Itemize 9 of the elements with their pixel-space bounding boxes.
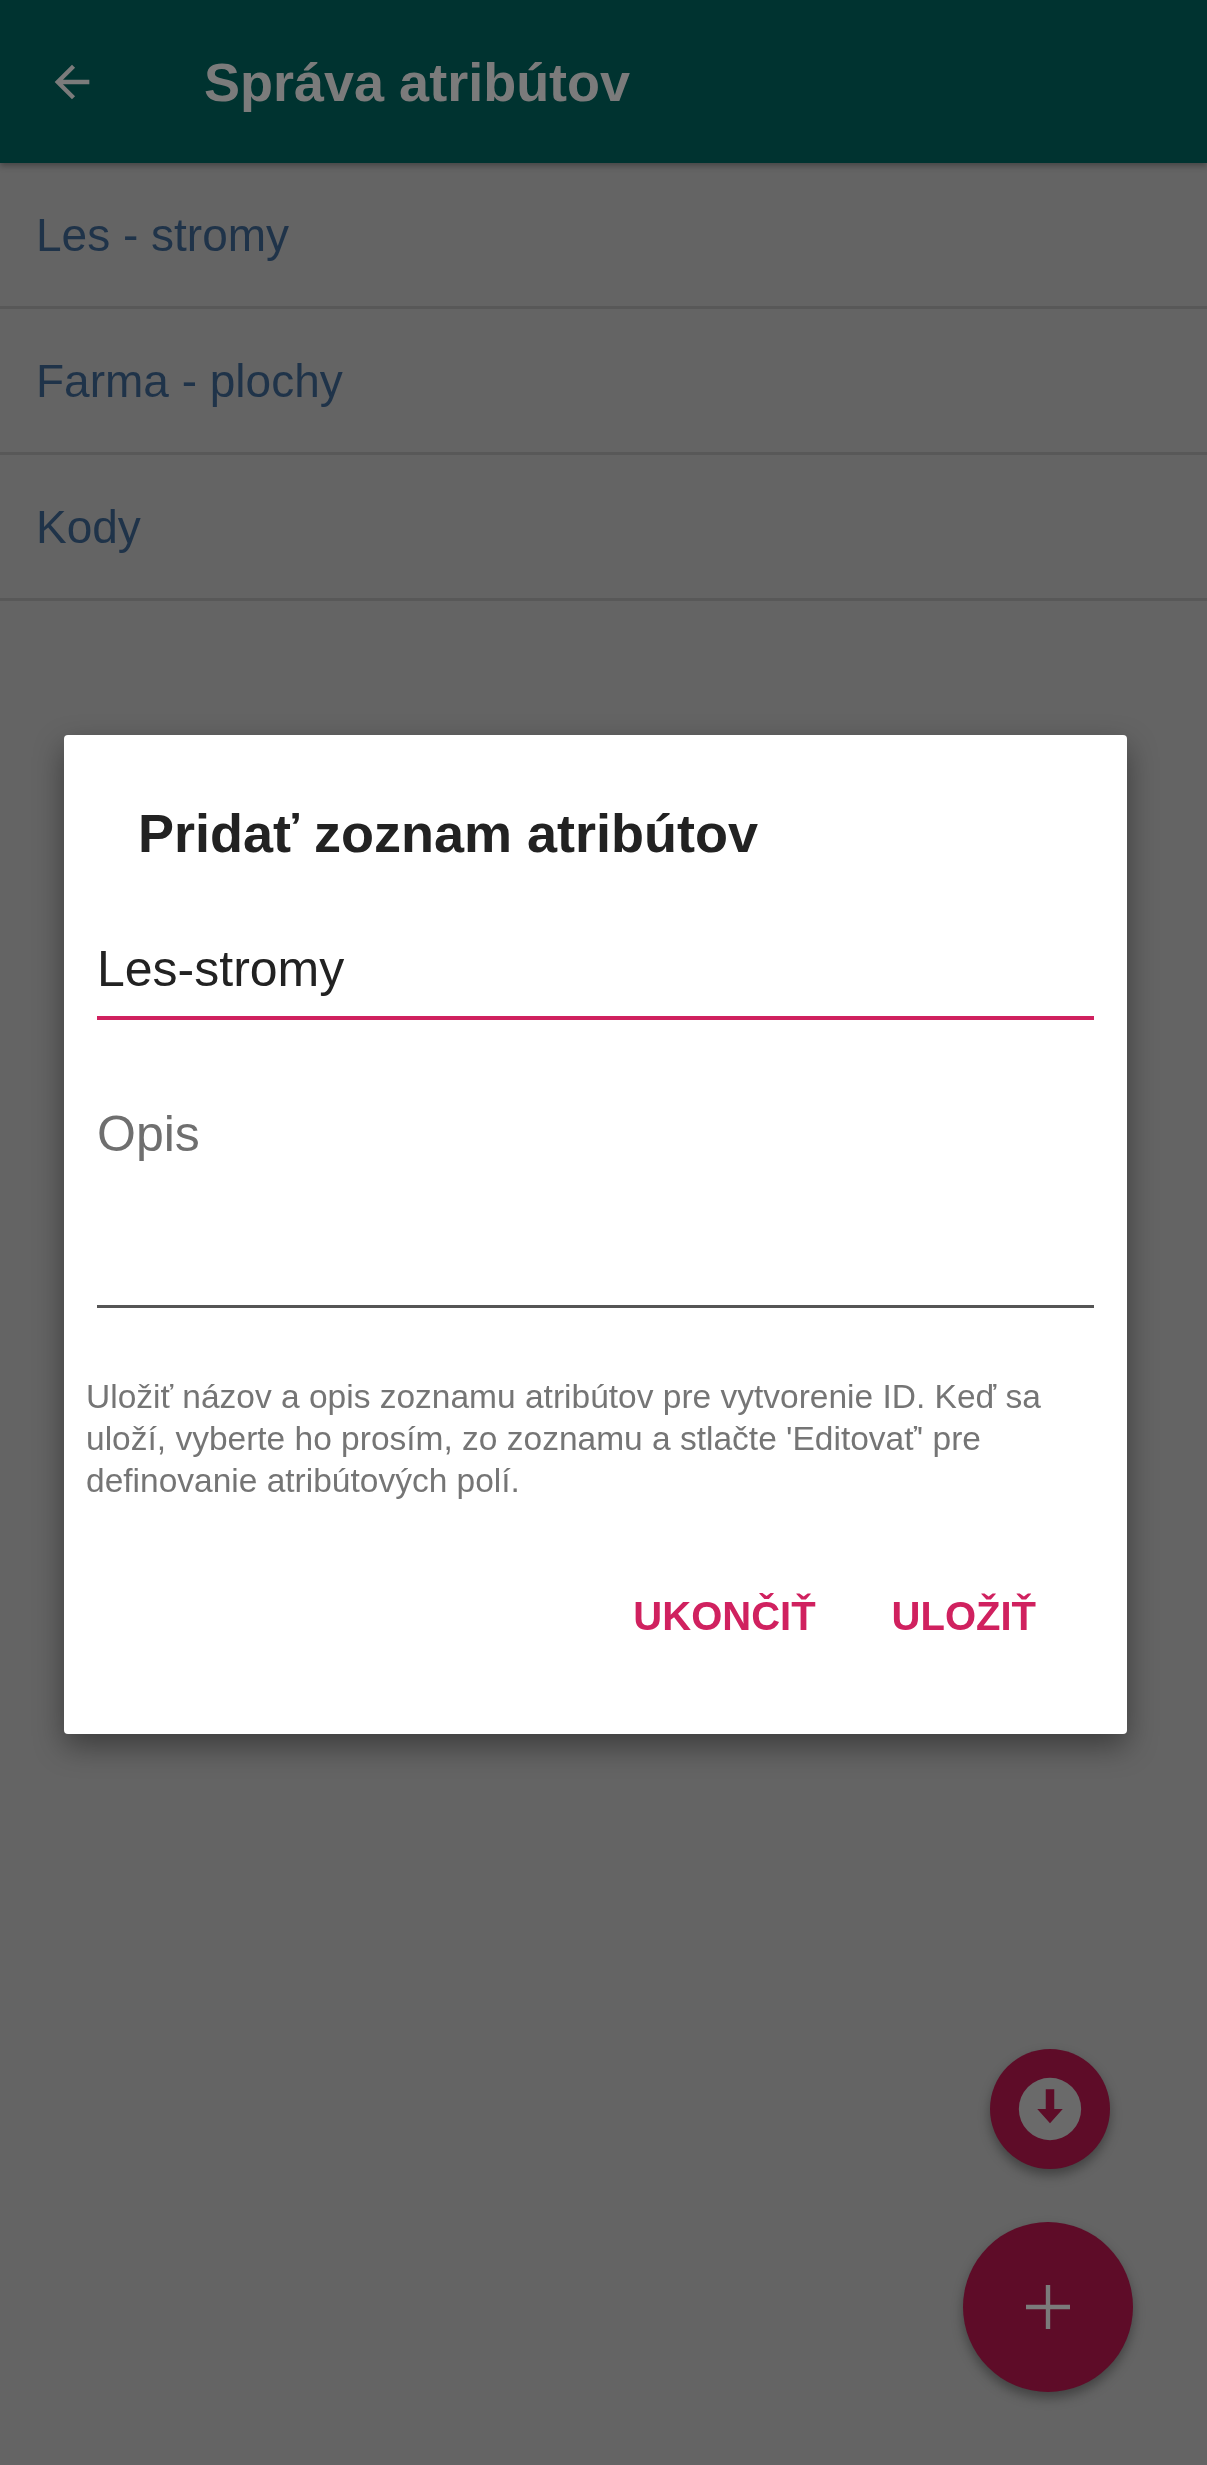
- dialog-button[interactable]: ULOŽIŤ: [863, 1583, 1064, 1649]
- screen-title: Správa atribútov: [204, 50, 631, 113]
- dialog-button[interactable]: UKONČIŤ: [605, 1583, 844, 1649]
- name-input-field[interactable]: Les-stromy: [97, 923, 1094, 1020]
- help-text: Uložiť názov a opis zoznamu atribútov pre vytvorenie ID. Keď sa uloží, vyberte ho prosím, zo zoznamu a stlačte 'Editovať' pre definovanie atribútových polí.: [86, 1376, 1042, 1501]
- dialog-title: Pridať zoznam atribútov: [138, 802, 759, 865]
- description-input-field[interactable]: Opis: [97, 1081, 1094, 1308]
- plus-icon: [1026, 2285, 1070, 2329]
- download-circle-icon: [1016, 2075, 1084, 2143]
